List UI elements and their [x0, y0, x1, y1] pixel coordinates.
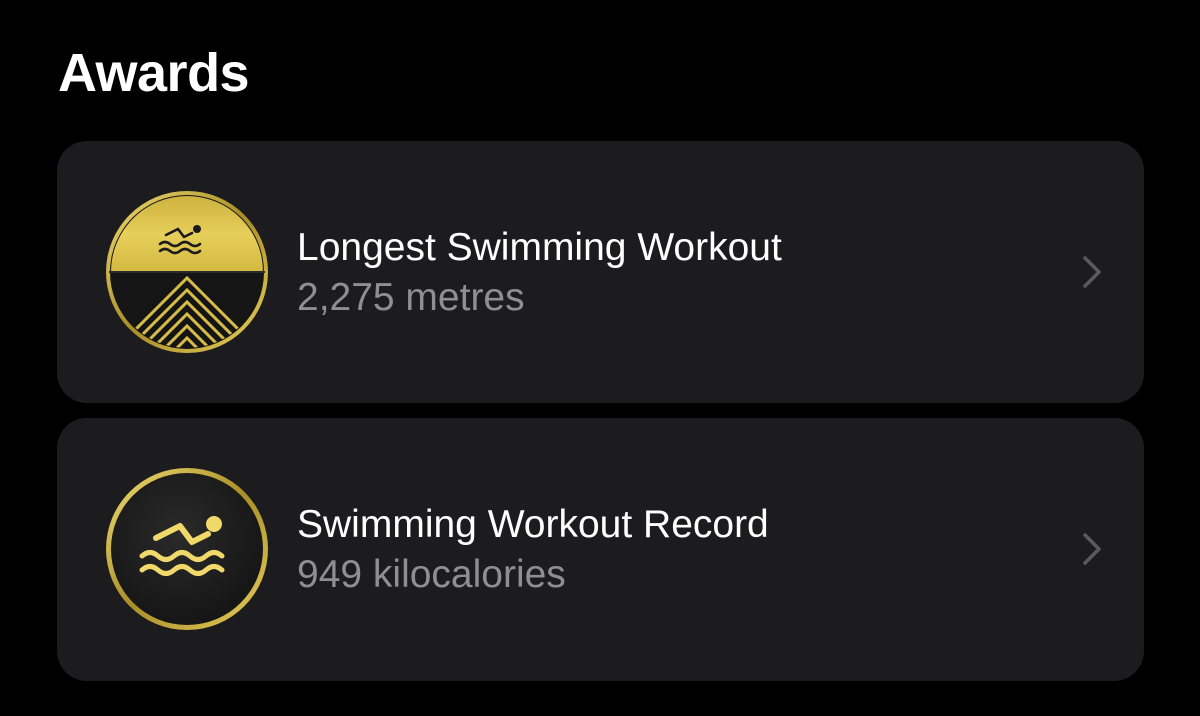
chevron-right-icon — [1080, 531, 1104, 567]
award-title: Longest Swimming Workout — [297, 226, 782, 269]
award-value: 2,275 metres — [297, 276, 525, 319]
swimmer-mountain-medal-icon — [104, 189, 270, 355]
award-title: Swimming Workout Record — [297, 503, 769, 546]
chevron-right-icon — [1080, 254, 1104, 290]
award-row-swimming-workout-record[interactable]: Swimming Workout Record 949 kilocalories — [57, 418, 1144, 681]
page-title: Awards — [58, 43, 250, 103]
award-row-longest-swimming-workout[interactable]: Longest Swimming Workout 2,275 metres — [57, 141, 1144, 403]
award-value: 949 kilocalories — [297, 553, 566, 596]
swimmer-medal-icon — [104, 466, 270, 632]
